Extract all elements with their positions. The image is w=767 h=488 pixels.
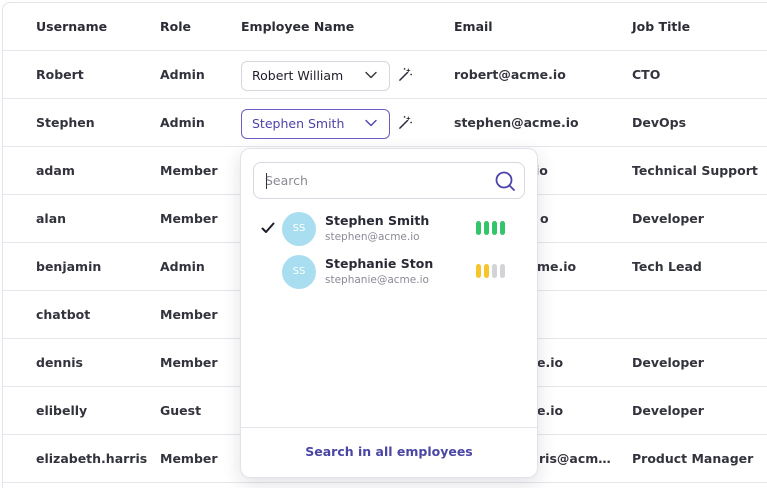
strength-bar bbox=[484, 264, 489, 278]
magic-wand-icon[interactable] bbox=[398, 115, 413, 130]
option-name: Stephanie Ston bbox=[325, 256, 434, 271]
cell-job-title: Developer bbox=[632, 403, 704, 418]
magic-wand-icon[interactable] bbox=[398, 67, 413, 82]
option-email: stephen@acme.io bbox=[325, 231, 420, 243]
strength-bar bbox=[500, 264, 505, 278]
table-header-row: Username Role Employee Name Email Job Ti… bbox=[3, 3, 767, 51]
header-username[interactable]: Username bbox=[36, 3, 107, 51]
cell-username: benjamin bbox=[36, 259, 102, 274]
avatar: SS bbox=[282, 255, 316, 289]
strength-bar bbox=[500, 221, 505, 235]
search-all-employees-link[interactable]: Search in all employees bbox=[241, 428, 537, 478]
match-strength-indicator bbox=[476, 221, 512, 235]
cell-username: chatbot bbox=[36, 307, 91, 322]
option-email: stephanie@acme.io bbox=[325, 274, 429, 286]
employee-option[interactable]: SS Stephanie Ston stephanie@acme.io bbox=[241, 252, 537, 292]
cell-job-title: DevOps bbox=[632, 115, 687, 130]
cell-email: e.io bbox=[537, 355, 564, 370]
check-icon bbox=[261, 222, 275, 233]
table-row[interactable]: Robert Admin Robert William robert@acme.… bbox=[3, 51, 767, 99]
cell-role: Member bbox=[160, 355, 218, 370]
cell-username: alan bbox=[36, 211, 67, 226]
cell-email: ris@acm… bbox=[539, 451, 611, 466]
cell-role: Admin bbox=[160, 67, 205, 82]
header-job-title[interactable]: Job Title bbox=[632, 3, 690, 51]
strength-bar bbox=[484, 221, 489, 235]
employee-select[interactable]: Robert William bbox=[241, 61, 390, 91]
employee-dropdown: SS Stephen Smith stephen@acme.io SS Step… bbox=[240, 148, 538, 478]
cell-job-title: Developer bbox=[632, 211, 704, 226]
employee-option[interactable]: SS Stephen Smith stephen@acme.io bbox=[241, 209, 537, 249]
cell-job-title: Developer bbox=[632, 355, 704, 370]
cell-email: e.io bbox=[537, 403, 564, 418]
match-strength-indicator bbox=[476, 264, 512, 278]
cell-job-title: CTO bbox=[632, 67, 661, 82]
cell-job-title: Technical Support bbox=[632, 163, 758, 178]
strength-bar bbox=[476, 221, 481, 235]
dropdown-search-box[interactable] bbox=[253, 162, 525, 199]
cell-job-title: Product Manager bbox=[632, 451, 754, 466]
cell-role: Member bbox=[160, 451, 218, 466]
chevron-down-icon bbox=[365, 71, 377, 79]
cell-username: Robert bbox=[36, 67, 84, 82]
cell-role: Guest bbox=[160, 403, 202, 418]
cell-email: robert@acme.io bbox=[454, 67, 566, 82]
text-caret bbox=[266, 173, 267, 189]
cell-email: me.io bbox=[537, 259, 577, 274]
cell-job-title: Tech Lead bbox=[632, 259, 702, 274]
search-icon[interactable] bbox=[494, 170, 516, 192]
employee-select-value: Stephen Smith bbox=[252, 116, 345, 131]
cell-username: adam bbox=[36, 163, 75, 178]
table-row[interactable]: Stephen Admin Stephen Smith stephen@acme… bbox=[3, 99, 767, 147]
cell-username: elibelly bbox=[36, 403, 88, 418]
cell-role: Member bbox=[160, 163, 218, 178]
strength-bar bbox=[492, 264, 497, 278]
header-email[interactable]: Email bbox=[454, 3, 493, 51]
header-role[interactable]: Role bbox=[160, 3, 191, 51]
search-input[interactable] bbox=[265, 163, 485, 198]
cell-email: stephen@acme.io bbox=[454, 115, 579, 130]
cell-role: Admin bbox=[160, 115, 205, 130]
avatar: SS bbox=[282, 212, 316, 246]
chevron-down-icon bbox=[365, 119, 377, 127]
option-name: Stephen Smith bbox=[325, 213, 430, 228]
cell-role: Admin bbox=[160, 259, 205, 274]
employee-select[interactable]: Stephen Smith bbox=[241, 109, 390, 139]
cell-role: Member bbox=[160, 307, 218, 322]
cell-role: Member bbox=[160, 211, 218, 226]
header-employee-name[interactable]: Employee Name bbox=[241, 3, 354, 51]
cell-email: o bbox=[540, 211, 549, 226]
cell-username: Stephen bbox=[36, 115, 95, 130]
cell-username: elizabeth.harris bbox=[36, 451, 148, 466]
employee-select-value: Robert William bbox=[252, 68, 344, 83]
strength-bar bbox=[492, 221, 497, 235]
strength-bar bbox=[476, 264, 481, 278]
cell-username: dennis bbox=[36, 355, 83, 370]
